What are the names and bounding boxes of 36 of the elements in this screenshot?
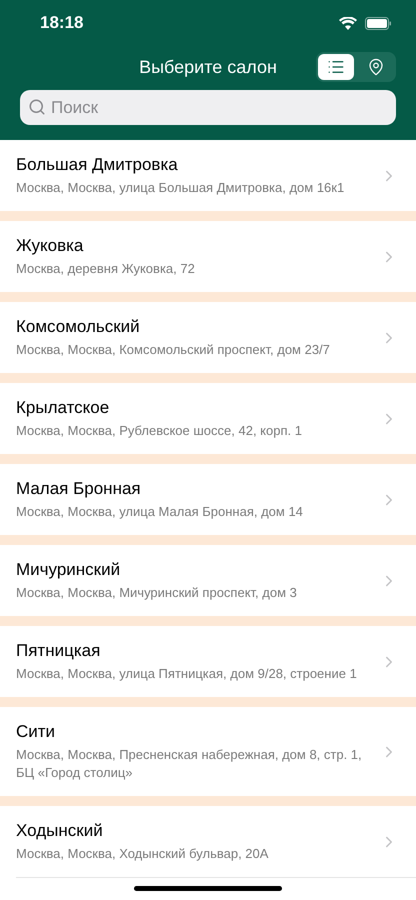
- salon-name: Комсомольский: [16, 316, 141, 338]
- salon-name: Пятницкая: [16, 640, 102, 662]
- list-icon: [327, 58, 345, 76]
- list-view-tab[interactable]: [318, 54, 354, 80]
- salon-row[interactable]: Крылатское Москва, Москва, Рублевское шоссе, 42, корп. 1: [0, 383, 416, 454]
- battery-icon: [365, 16, 392, 30]
- salon-address: Москва, деревня Жуковка, 72: [16, 260, 196, 278]
- salon-name: Мичуринский: [16, 559, 122, 581]
- salon-address: Москва, Москва, улица Малая Бронная, дом 14: [16, 503, 304, 521]
- salon-row[interactable]: Мичуринский Москва, Москва, Мичуринский проспект, дом 3: [0, 545, 416, 616]
- search-icon: [28, 98, 46, 116]
- salon-address: Москва, Москва, улица Пятницкая, дом 9/28, строение 1: [16, 665, 358, 683]
- salon-address: Москва, Москва, Рублевское шоссе, 42, корп. 1: [16, 422, 303, 440]
- map-pin-icon: [367, 58, 385, 76]
- salon-address: Москва, Москва, Пресненская набережная, дом 8, стр. 1, БЦ «Город столиц»: [16, 746, 363, 782]
- salon-name: Крылатское: [16, 397, 110, 419]
- status-time: 18:18: [40, 12, 84, 34]
- salon-row[interactable]: Сити Москва, Москва, Пресненская набережная, дом 8, стр. 1, БЦ «Город столиц»: [0, 707, 416, 796]
- salon-row[interactable]: Комсомольский Москва, Москва, Комсомольский проспект, дом 23/7: [0, 302, 416, 373]
- salon-name: Сити: [16, 721, 56, 743]
- salon-row[interactable]: Ходынский Москва, Москва, Ходынский бульвар, 20А: [0, 806, 416, 877]
- salon-name: Большая Дмитровка: [16, 154, 179, 176]
- salon-row[interactable]: Большая Дмитровка Москва, Москва, улица Большая Дмитровка, дом 16к1: [0, 140, 416, 211]
- page-title: Выберите салон: [139, 56, 277, 79]
- salon-name: Малая Бронная: [16, 478, 142, 500]
- salon-row[interactable]: Пятницкая Москва, Москва, улица Пятницкая, дом 9/28, строение 1: [0, 626, 416, 697]
- salon-address: Москва, Москва, улица Большая Дмитровка, дом 16к1: [16, 179, 346, 197]
- salon-name: Жуковка: [16, 235, 84, 257]
- salon-address: Москва, Москва, Комсомольский проспект, дом 23/7: [16, 341, 331, 359]
- salon-name: Ходынский: [16, 820, 104, 842]
- salon-row[interactable]: Жуковка Москва, деревня Жуковка, 72: [0, 221, 416, 292]
- salon-address: Москва, Москва, Ходынский бульвар, 20А: [16, 845, 270, 863]
- search-field[interactable]: Поиск: [20, 90, 396, 125]
- salon-row[interactable]: Малая Бронная Москва, Москва, улица Малая Бронная, дом 14: [0, 464, 416, 535]
- wifi-icon: [339, 16, 357, 30]
- salon-address: Москва, Москва, Мичуринский проспект, дом 3: [16, 584, 298, 602]
